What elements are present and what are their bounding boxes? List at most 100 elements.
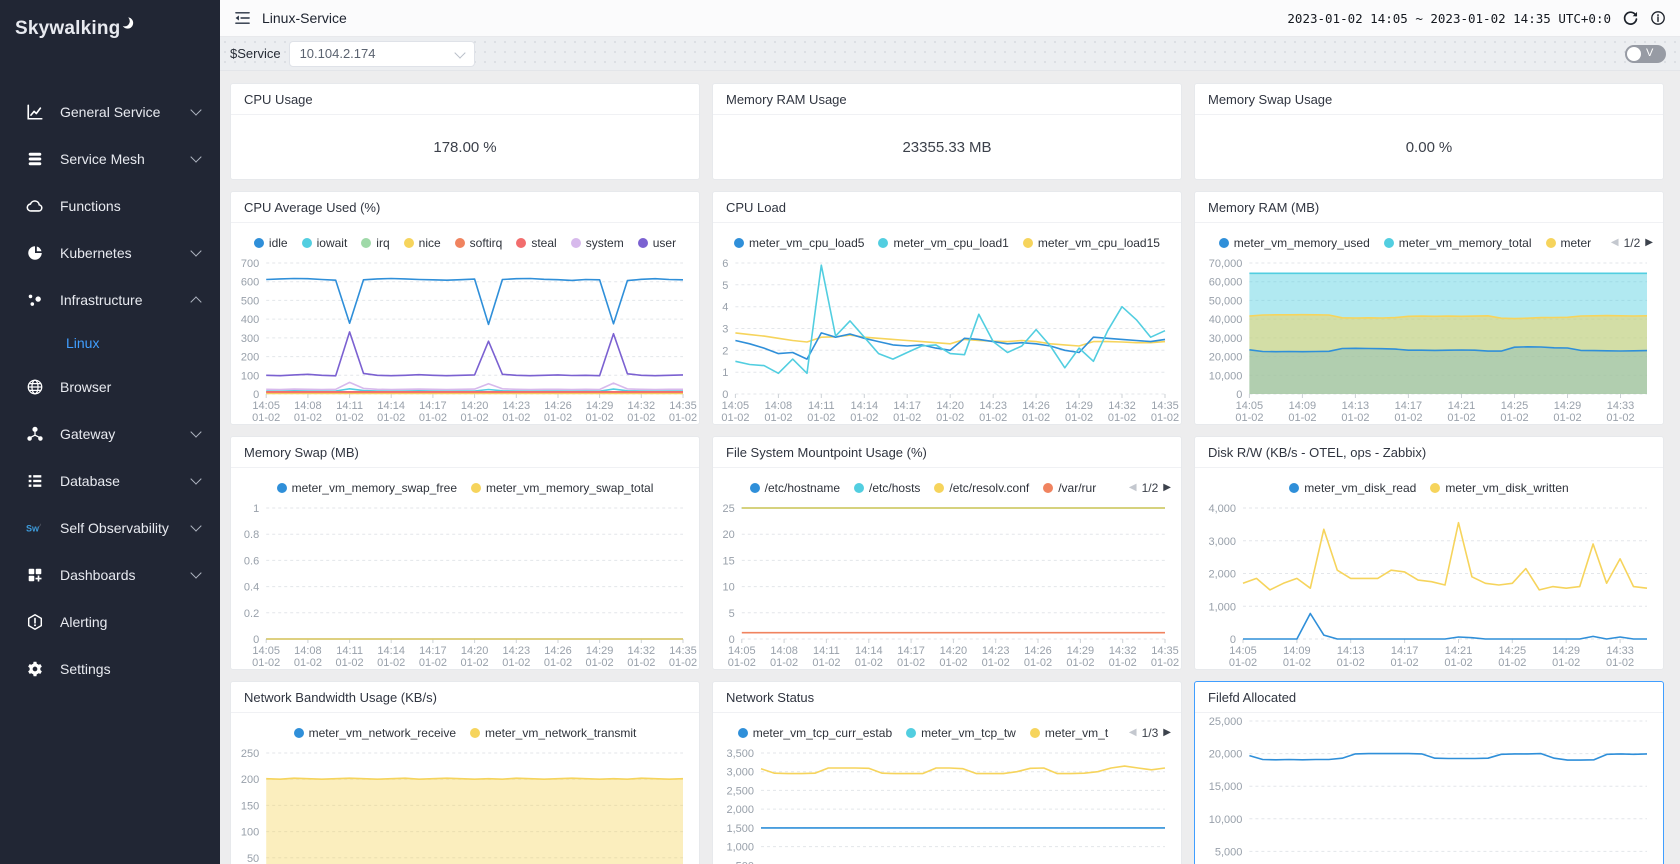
- svg-text:1: 1: [253, 503, 259, 515]
- sidebar-item-settings[interactable]: Settings: [0, 645, 220, 692]
- legend-item-meter-vm-memory-used[interactable]: meter_vm_memory_used: [1219, 236, 1370, 250]
- svg-text:01-02: 01-02: [939, 657, 967, 669]
- legend-dot: [254, 238, 264, 248]
- legend-dot: [571, 238, 581, 248]
- legend-item-steal[interactable]: steal: [516, 236, 556, 250]
- legend-item-iowait[interactable]: iowait: [302, 236, 348, 250]
- svg-text:14:09: 14:09: [1283, 645, 1311, 657]
- legend-label: irq: [376, 236, 389, 250]
- legend-dot: [470, 728, 480, 738]
- sidebar-item-gateway[interactable]: Gateway: [0, 410, 220, 457]
- legend-item-meter-vm-t[interactable]: meter_vm_t: [1030, 726, 1108, 740]
- sidebar-item-service-mesh[interactable]: Service Mesh: [0, 135, 220, 182]
- info-icon[interactable]: [1650, 10, 1666, 26]
- legend: idle iowait irq nice softirq steal system user: [231, 231, 699, 255]
- collapse-menu-icon[interactable]: [234, 10, 251, 26]
- svg-text:01-02: 01-02: [1606, 657, 1634, 669]
- legend-item-etc-resolv-conf[interactable]: /etc/resolv.conf: [934, 481, 1029, 495]
- legend-items: meter_vm_cpu_load5 meter_vm_cpu_load1 mete…: [723, 236, 1171, 250]
- stat-value-wrap: 23355.33MB: [713, 115, 1181, 179]
- legend-item-irq[interactable]: irq: [361, 236, 389, 250]
- stat-value: 0.00: [1406, 139, 1435, 156]
- svg-text:14:35: 14:35: [1151, 400, 1179, 412]
- legend-item-softirq[interactable]: softirq: [455, 236, 503, 250]
- svg-text:01-02: 01-02: [1235, 412, 1263, 424]
- settings-icon: [25, 659, 45, 679]
- legend-item-meter-vm-memory-swap-free[interactable]: meter_vm_memory_swap_free: [277, 481, 457, 495]
- sidebar-item-browser[interactable]: Browser: [0, 363, 220, 410]
- next-page-icon[interactable]: ▶: [1163, 728, 1171, 738]
- legend-item-meter-vm-network-receive[interactable]: meter_vm_network_receive: [294, 726, 456, 740]
- sidebar-item-label: Kubernetes: [60, 245, 192, 261]
- legend-item-meter-vm-tcp-tw[interactable]: meter_vm_tcp_tw: [906, 726, 1016, 740]
- refresh-icon[interactable]: [1622, 10, 1639, 27]
- legend-item-meter-vm-network-transmit[interactable]: meter_vm_network_transmit: [470, 726, 636, 740]
- next-page-icon[interactable]: ▶: [1163, 483, 1171, 493]
- sidebar-item-alerting[interactable]: Alerting: [0, 598, 220, 645]
- svg-text:600: 600: [241, 277, 259, 289]
- legend-label: meter_vm_t: [1045, 726, 1108, 740]
- legend-item-meter-vm-tcp-curr-estab[interactable]: meter_vm_tcp_curr_estab: [738, 726, 892, 740]
- legend-item-meter-vm-cpu-load5[interactable]: meter_vm_cpu_load5: [734, 236, 864, 250]
- legend-item-meter-vm-cpu-load15[interactable]: meter_vm_cpu_load15: [1023, 236, 1160, 250]
- svg-text:3,500: 3,500: [726, 748, 754, 760]
- svg-text:20: 20: [723, 529, 735, 541]
- legend-item-meter-vm-memory-total[interactable]: meter_vm_memory_total: [1384, 236, 1532, 250]
- svg-text:14:23: 14:23: [979, 400, 1007, 412]
- sidebar-item-functions[interactable]: Functions: [0, 182, 220, 229]
- svg-text:01-02: 01-02: [1022, 412, 1050, 424]
- svg-text:01-02: 01-02: [897, 657, 925, 669]
- prev-page-icon[interactable]: ◀: [1129, 728, 1137, 738]
- card-title: Memory RAM (MB): [1208, 200, 1319, 215]
- legend-item-idle[interactable]: idle: [254, 236, 288, 250]
- legend-item-etc-hostname[interactable]: /etc/hostname: [750, 481, 840, 495]
- svg-text:14:29: 14:29: [1067, 645, 1095, 657]
- time-range[interactable]: 2023-01-02 14:05 ~ 2023-01-02 14:35 UTC+…: [1287, 11, 1611, 26]
- legend-item-meter-vm-disk-written[interactable]: meter_vm_disk_written: [1430, 481, 1568, 495]
- svg-text:5: 5: [729, 608, 735, 620]
- chevron-down-icon: [454, 47, 465, 58]
- prev-page-icon[interactable]: ◀: [1129, 483, 1137, 493]
- legend-item-user[interactable]: user: [638, 236, 676, 250]
- view-toggle[interactable]: V: [1625, 45, 1666, 63]
- legend-item-etc-hosts[interactable]: /etc/hosts: [854, 481, 920, 495]
- stat-value-wrap: 0.00%: [1195, 115, 1663, 179]
- svg-text:14:29: 14:29: [1554, 400, 1582, 412]
- legend-item-meter[interactable]: meter: [1546, 236, 1592, 250]
- card-title-bar: Network Bandwidth Usage (KB/s): [231, 682, 699, 713]
- svg-text:14:21: 14:21: [1445, 645, 1473, 657]
- chart-svg: 252015105014:0501-0214:0801-0214:1101-02…: [713, 500, 1181, 669]
- sidebar-item-kubernetes[interactable]: Kubernetes: [0, 229, 220, 276]
- sidebar-item-general-service[interactable]: General Service: [0, 88, 220, 135]
- legend: meter_vm_memory_used meter_vm_memory_tota…: [1195, 231, 1663, 255]
- chart-svg: 70,00060,00050,00040,00030,00020,00010,0…: [1195, 255, 1663, 424]
- legend-item-nice[interactable]: nice: [404, 236, 441, 250]
- sidebar-item-dashboards[interactable]: Dashboards: [0, 551, 220, 598]
- chart-card-file-system-mountpoint-usage: File System Mountpoint Usage (%)/etc/hos…: [712, 436, 1182, 670]
- legend-item-meter-vm-disk-read[interactable]: meter_vm_disk_read: [1289, 481, 1416, 495]
- next-page-icon[interactable]: ▶: [1645, 238, 1653, 248]
- sidebar-item-infrastructure[interactable]: Infrastructure: [0, 276, 220, 323]
- sidebar-item-label: Browser: [60, 379, 200, 395]
- logo-text: Skywalking: [15, 18, 121, 40]
- svg-text:4: 4: [722, 302, 728, 314]
- svg-text:14:17: 14:17: [419, 645, 447, 657]
- chart-plot: 4,0003,0002,0001,000014:0501-0214:0901-0…: [1195, 500, 1663, 669]
- svg-text:01-02: 01-02: [812, 657, 840, 669]
- sidebar-item-self-observability[interactable]: SwSelf Observability: [0, 504, 220, 551]
- sidebar-item-database[interactable]: Database: [0, 457, 220, 504]
- svg-text:01-02: 01-02: [294, 657, 322, 669]
- legend-item-system[interactable]: system: [571, 236, 624, 250]
- sidebar-subitem-linux[interactable]: Linux: [0, 323, 220, 363]
- svg-text:40,000: 40,000: [1209, 314, 1243, 326]
- legend-label: meter_vm_disk_read: [1304, 481, 1416, 495]
- svg-text:14:14: 14:14: [377, 400, 405, 412]
- legend-item-meter-vm-memory-swap-total[interactable]: meter_vm_memory_swap_total: [471, 481, 653, 495]
- svg-text:01-02: 01-02: [850, 412, 878, 424]
- legend-item-meter-vm-cpu-load1[interactable]: meter_vm_cpu_load1: [878, 236, 1008, 250]
- service-select[interactable]: 10.104.2.174: [289, 41, 475, 67]
- prev-page-icon[interactable]: ◀: [1611, 238, 1619, 248]
- legend-item-var-rur[interactable]: /var/rur: [1043, 481, 1096, 495]
- chevron-down-icon: [190, 104, 201, 115]
- svg-text:14:29: 14:29: [1065, 400, 1093, 412]
